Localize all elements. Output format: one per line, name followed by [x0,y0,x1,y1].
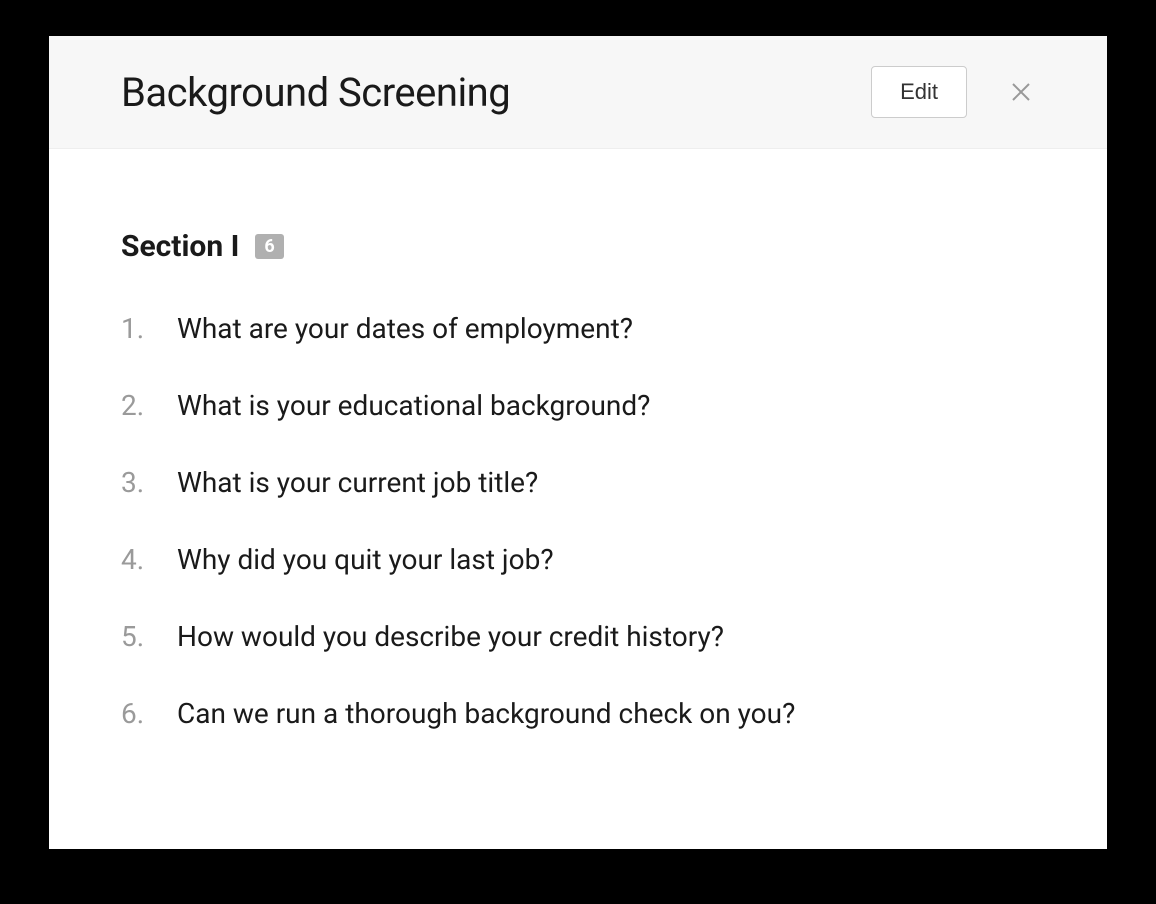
question-number: 4. [121,543,149,576]
question-text: What are your dates of employment? [177,312,633,345]
question-list: 1. What are your dates of employment? 2.… [121,312,1035,730]
question-text: Why did you quit your last job? [177,543,554,576]
question-text: Can we run a thorough background check o… [177,697,795,730]
question-number: 5. [121,620,149,653]
modal-title: Background Screening [121,69,871,116]
list-item: 5. How would you describe your credit hi… [121,620,1035,653]
list-item: 2. What is your educational background? [121,389,1035,422]
section-label: Section I [121,229,239,264]
question-number: 2. [121,389,149,422]
question-number: 6. [121,697,149,730]
modal-dialog: Background Screening Edit Section I 6 1.… [49,36,1107,849]
edit-button[interactable]: Edit [871,66,967,118]
question-number: 1. [121,312,149,345]
list-item: 6. Can we run a thorough background chec… [121,697,1035,730]
question-text: What is your current job title? [177,466,538,499]
close-icon[interactable] [1007,78,1035,106]
list-item: 4. Why did you quit your last job? [121,543,1035,576]
question-number: 3. [121,466,149,499]
question-text: How would you describe your credit histo… [177,620,724,653]
count-badge: 6 [255,234,283,259]
modal-header: Background Screening Edit [49,36,1107,149]
list-item: 1. What are your dates of employment? [121,312,1035,345]
modal-body: Section I 6 1. What are your dates of em… [49,149,1107,849]
section-heading: Section I 6 [121,229,1035,264]
list-item: 3. What is your current job title? [121,466,1035,499]
question-text: What is your educational background? [177,389,650,422]
